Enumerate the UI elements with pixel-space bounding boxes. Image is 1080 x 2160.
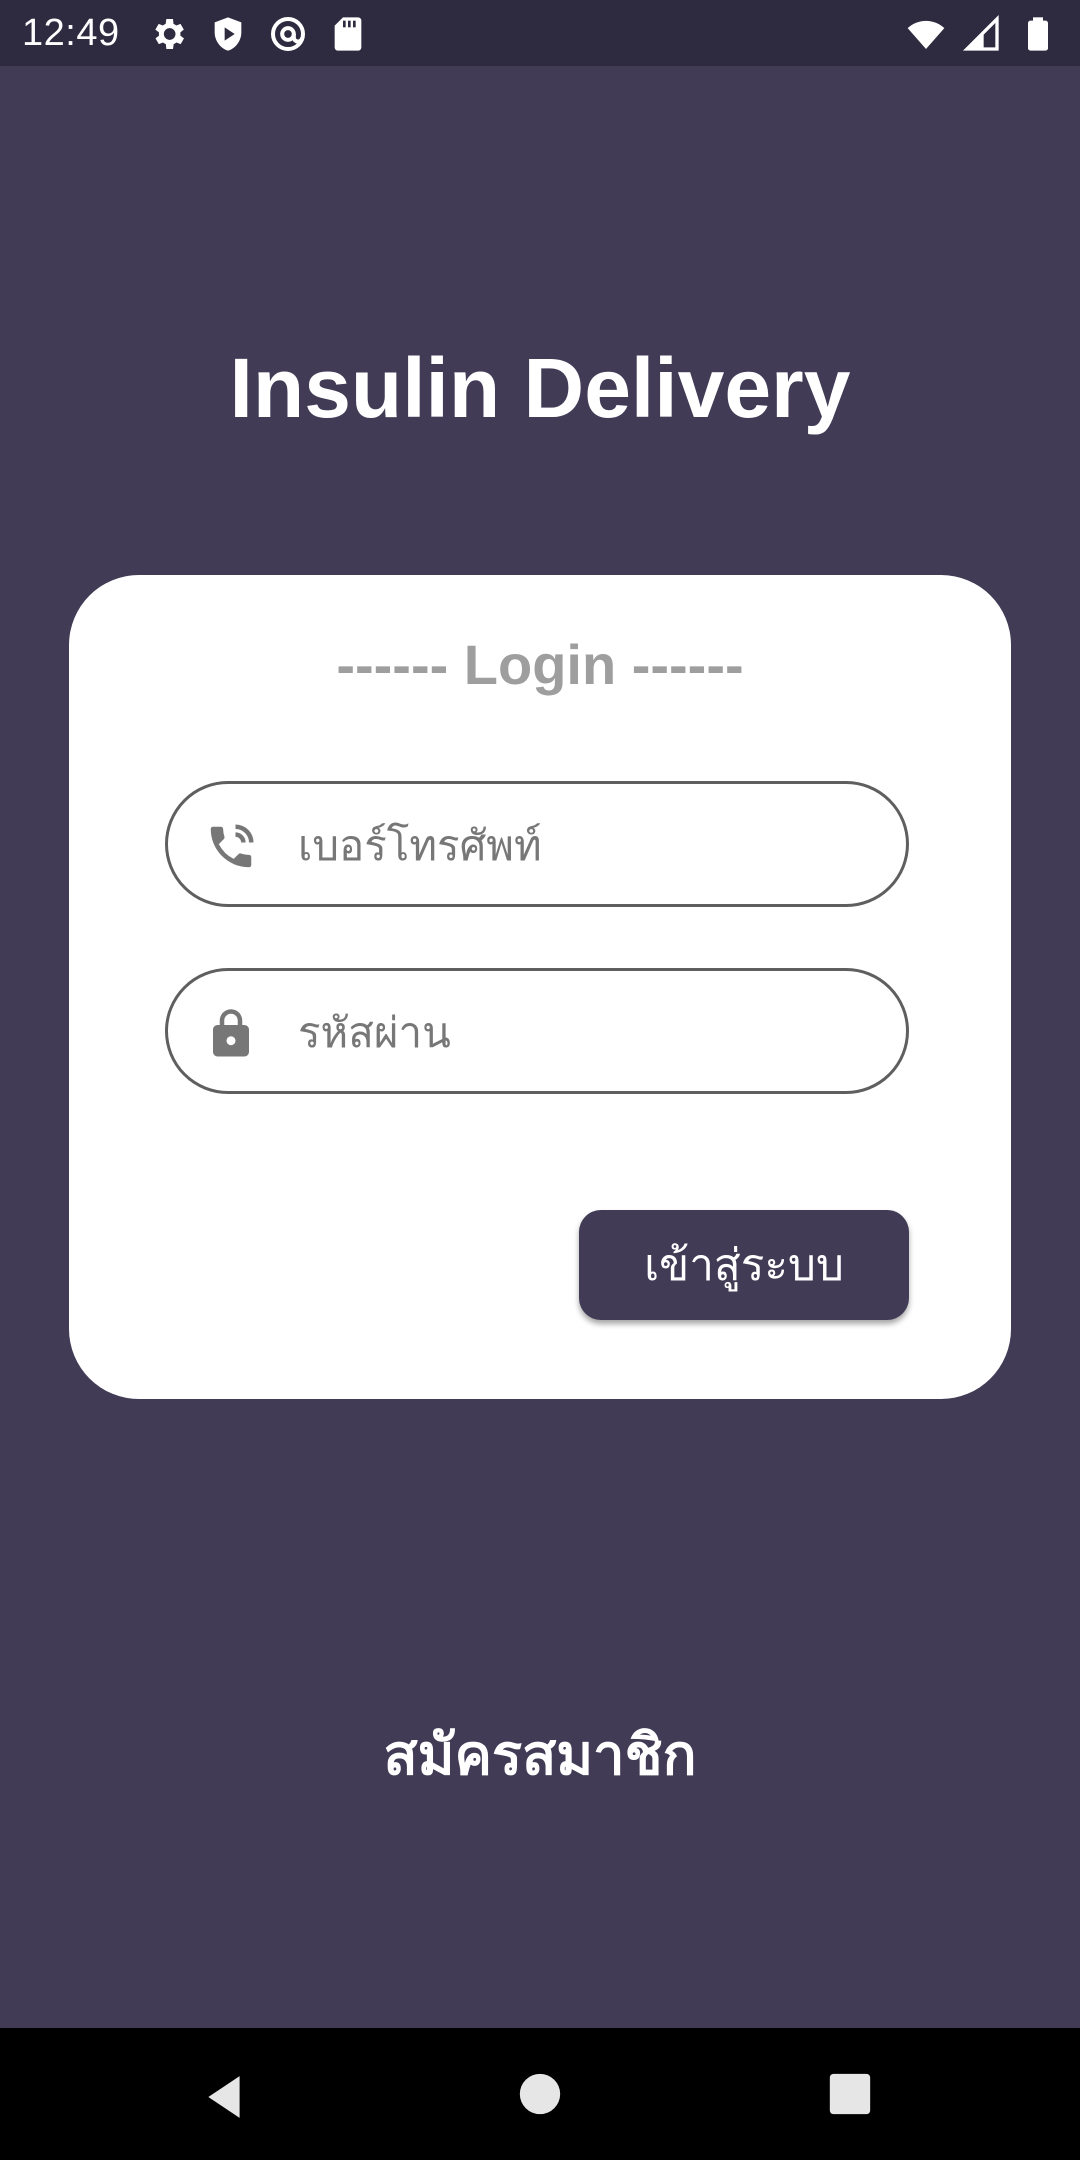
app-title: Insulin Delivery (229, 341, 851, 435)
recents-icon[interactable] (828, 2072, 872, 2116)
back-icon[interactable] (200, 2072, 250, 2122)
gear-icon (155, 19, 184, 49)
sd-card-icon (334, 17, 362, 51)
phone-input[interactable] (296, 784, 860, 906)
signal-icon (962, 14, 999, 51)
login-button[interactable]: เข้าสู่ระบบ (579, 1210, 909, 1320)
password-field[interactable] (165, 968, 909, 1094)
home-icon[interactable] (518, 2072, 562, 2116)
shield-icon (214, 17, 242, 51)
status-bar: 12:49 (0, 0, 1080, 66)
status-time: 12:49 (22, 12, 120, 54)
at-sign-icon (271, 17, 305, 51)
password-input[interactable] (296, 971, 860, 1093)
status-icons-left (148, 14, 368, 54)
navigation-bar (0, 2028, 1080, 2160)
status-icons-right (906, 14, 1058, 54)
battery-icon (1028, 17, 1048, 51)
login-card: ------ Login ------ เข้าสู่ระบบ (69, 575, 1011, 1399)
register-link[interactable]: สมัครสมาชิก (0, 1710, 1080, 1799)
phone-field[interactable] (165, 781, 909, 907)
phone-icon (210, 824, 254, 868)
login-heading: ------ Login ------ (336, 633, 744, 696)
wifi-icon (907, 20, 945, 49)
lock-icon (213, 1009, 249, 1057)
